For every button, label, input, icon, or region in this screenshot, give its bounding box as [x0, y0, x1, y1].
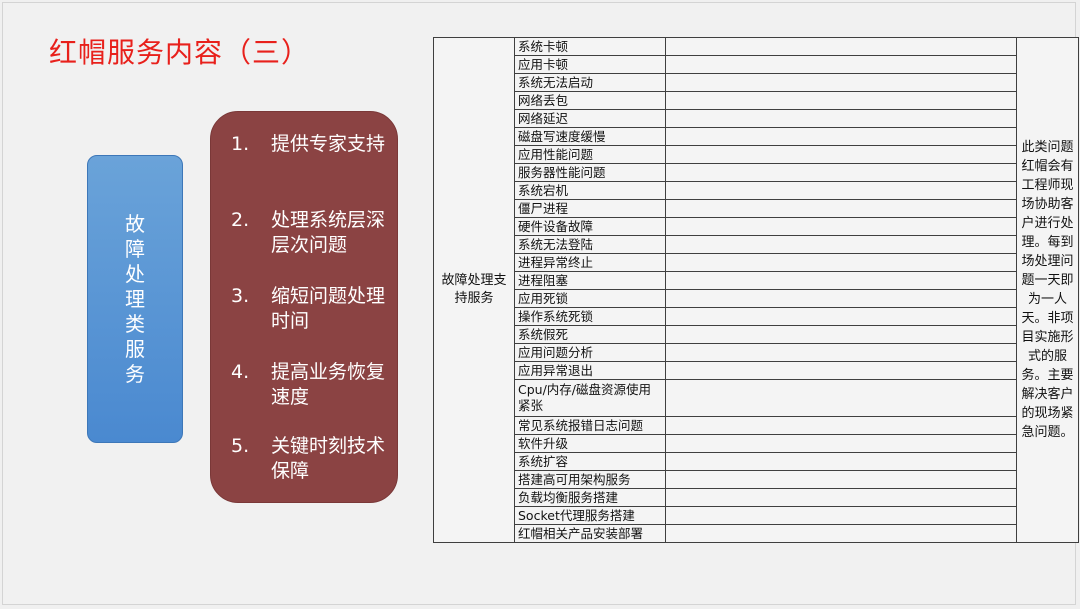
blank-cell	[665, 379, 1017, 417]
blank-cell	[665, 452, 1017, 471]
table-row: 系统假死	[434, 325, 1079, 344]
table-row: 应用卡顿	[434, 55, 1079, 74]
table-row: 红帽相关产品安装部署	[434, 524, 1079, 543]
table-row: 网络延迟	[434, 109, 1079, 128]
blank-cell	[665, 91, 1017, 110]
blank-cell	[665, 217, 1017, 236]
group-label: 故障处理支持服务	[433, 37, 515, 543]
blank-cell	[665, 55, 1017, 74]
service-item: 应用异常退出	[514, 361, 666, 380]
table-row: 应用问题分析	[434, 343, 1079, 362]
blank-cell	[665, 271, 1017, 290]
blank-cell	[665, 109, 1017, 128]
table-row: 应用异常退出	[434, 361, 1079, 380]
table-row: 软件升级	[434, 434, 1079, 453]
blank-cell	[665, 524, 1017, 543]
table-row: 系统扩容	[434, 452, 1079, 471]
table-row: 进程异常终止	[434, 253, 1079, 272]
table-row: 服务器性能问题	[434, 163, 1079, 182]
feature-text: 提高业务恢复速度	[271, 361, 386, 408]
service-item: 进程异常终止	[514, 253, 666, 272]
slide-title: 红帽服务内容（三）	[49, 36, 311, 69]
blank-cell	[665, 73, 1017, 92]
blank-cell	[665, 343, 1017, 362]
service-item: 服务器性能问题	[514, 163, 666, 182]
feature-list-box: 1. 提供专家支持 2. 处理系统层深层次问题 3. 缩短问题处理时间 4. 提…	[210, 111, 398, 503]
blank-cell	[665, 470, 1017, 489]
blank-cell	[665, 127, 1017, 146]
blank-cell	[665, 307, 1017, 326]
blank-cell	[665, 361, 1017, 380]
service-item: 系统宕机	[514, 181, 666, 200]
table-row: 僵尸进程	[434, 199, 1079, 218]
table-row: 进程阻塞	[434, 271, 1079, 290]
category-label: 故障处理类服务	[125, 211, 145, 386]
table-row: 常见系统报错日志问题	[434, 416, 1079, 435]
service-item: 软件升级	[514, 434, 666, 453]
service-item: 网络丢包	[514, 91, 666, 110]
table-row: 硬件设备故障	[434, 217, 1079, 236]
table-row: 应用死锁	[434, 289, 1079, 308]
category-box: 故障处理类服务	[87, 155, 183, 443]
table-row: 系统无法登陆	[434, 235, 1079, 254]
table-row: 系统宕机	[434, 181, 1079, 200]
table-row: 操作系统死锁	[434, 307, 1079, 326]
blank-cell	[665, 163, 1017, 182]
service-item: Cpu/内存/磁盘资源使用紧张	[514, 379, 666, 417]
feature-text: 提供专家支持	[271, 133, 386, 155]
feature-text: 缩短问题处理时间	[271, 285, 386, 332]
feature-number: 3.	[231, 285, 250, 307]
service-item: 系统假死	[514, 325, 666, 344]
blank-cell	[665, 181, 1017, 200]
service-item: 僵尸进程	[514, 199, 666, 218]
service-item: 进程阻塞	[514, 271, 666, 290]
table-row: Socket代理服务搭建	[434, 506, 1079, 525]
table-row: 磁盘写速度缓慢	[434, 127, 1079, 146]
service-item: 系统无法启动	[514, 73, 666, 92]
feature-number: 4.	[231, 361, 250, 383]
service-item: 硬件设备故障	[514, 217, 666, 236]
table-row: 负载均衡服务搭建	[434, 488, 1079, 507]
service-item: 负载均衡服务搭建	[514, 488, 666, 507]
service-item: 应用卡顿	[514, 55, 666, 74]
blank-cell	[665, 253, 1017, 272]
service-item: 应用性能问题	[514, 145, 666, 164]
feature-number: 2.	[231, 209, 250, 231]
table-row: Cpu/内存/磁盘资源使用紧张	[434, 379, 1079, 417]
service-item: 系统扩容	[514, 452, 666, 471]
service-item: 操作系统死锁	[514, 307, 666, 326]
blank-cell	[665, 416, 1017, 435]
service-item: 红帽相关产品安装部署	[514, 524, 666, 543]
blank-cell	[665, 506, 1017, 525]
blank-cell	[665, 289, 1017, 308]
table-row: 网络丢包	[434, 91, 1079, 110]
table-row: 搭建高可用架构服务	[434, 470, 1079, 489]
slide: 红帽服务内容（三） 故障处理类服务 1. 提供专家支持 2. 处理系统层深层次问…	[2, 2, 1079, 605]
feature-number: 5.	[231, 435, 250, 457]
blank-cell	[665, 145, 1017, 164]
table-row: 故障处理支持服务 系统卡顿 此类问题红帽会有工程师现场协助客户进行处理。每到场处理问…	[433, 37, 1079, 543]
blank-cell	[665, 37, 1017, 56]
blank-cell	[665, 325, 1017, 344]
blank-cell	[665, 235, 1017, 254]
blank-cell	[665, 434, 1017, 453]
service-item: 常见系统报错日志问题	[514, 416, 666, 435]
service-item: 系统无法登陆	[514, 235, 666, 254]
feature-number: 1.	[231, 133, 250, 155]
blank-cell	[665, 199, 1017, 218]
service-item: 应用死锁	[514, 289, 666, 308]
feature-text: 关键时刻技术保障	[271, 435, 386, 482]
service-note: 此类问题红帽会有工程师现场协助客户进行处理。每到场处理问题一天即为一人天。非项目…	[1016, 37, 1079, 543]
service-item: 系统卡顿	[514, 37, 666, 56]
blank-cell	[665, 488, 1017, 507]
table-row: 应用性能问题	[434, 145, 1079, 164]
service-table: 故障处理支持服务 系统卡顿 此类问题红帽会有工程师现场协助客户进行处理。每到场处理问…	[433, 37, 1079, 543]
table-row: 系统无法启动	[434, 73, 1079, 92]
service-item: 应用问题分析	[514, 343, 666, 362]
service-item: 搭建高可用架构服务	[514, 470, 666, 489]
service-item: Socket代理服务搭建	[514, 506, 666, 525]
service-item: 网络延迟	[514, 109, 666, 128]
feature-text: 处理系统层深层次问题	[271, 209, 386, 256]
service-item: 磁盘写速度缓慢	[514, 127, 666, 146]
